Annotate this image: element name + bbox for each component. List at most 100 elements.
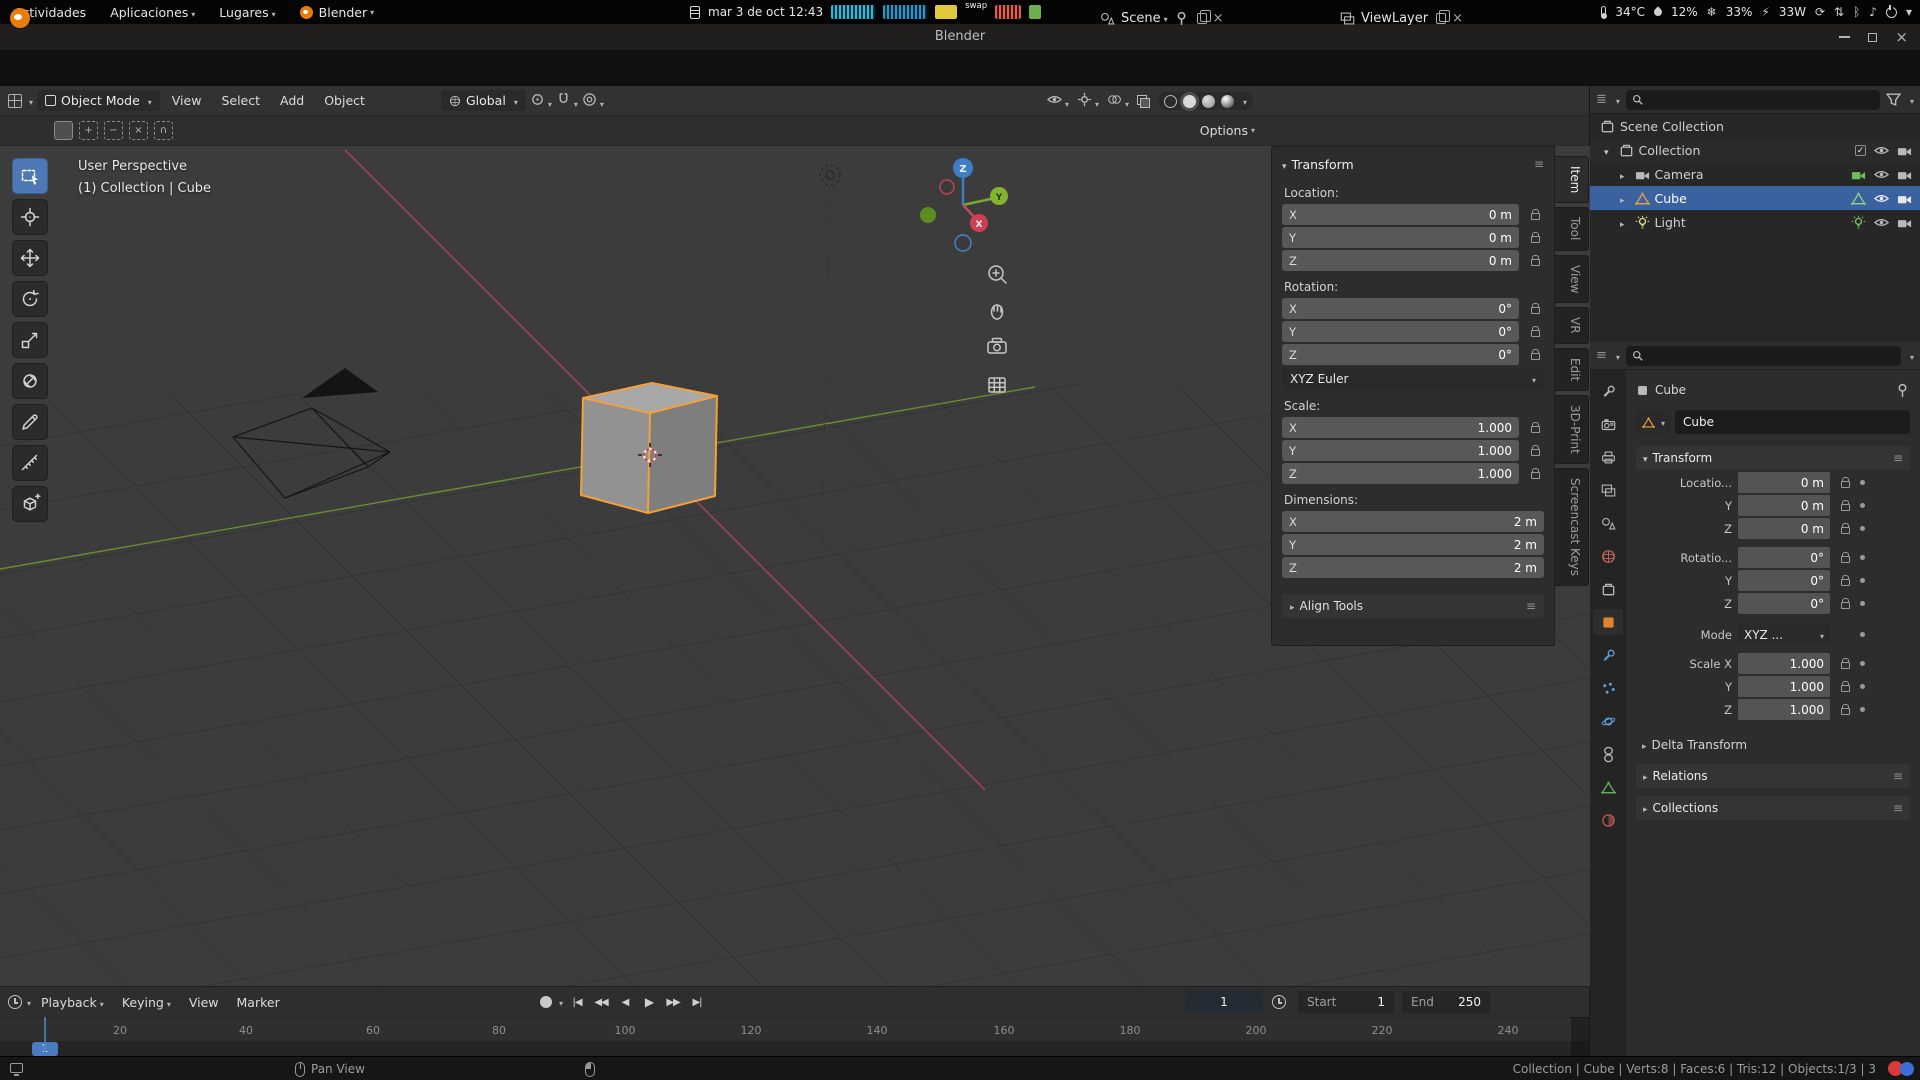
rotation-z-field[interactable]: Z0° [1282, 344, 1519, 365]
lock-icon[interactable] [1836, 704, 1854, 715]
scene-new-icon[interactable] [1197, 13, 1207, 24]
options-button[interactable]: Options [1200, 123, 1255, 138]
tab-world[interactable] [1593, 543, 1623, 569]
jump-to-end-button[interactable]: ▶| [687, 992, 707, 1012]
proportional-dropdown[interactable] [582, 92, 604, 110]
tool-move[interactable] [12, 240, 48, 276]
collections-panel[interactable]: Collections≡ [1636, 796, 1910, 820]
timeline-ruler[interactable]: 20 40 60 80 100 120 140 160 180 200 220 … [0, 1017, 1589, 1041]
scene-selector[interactable]: Scene [1121, 11, 1168, 26]
select-mode-subtract[interactable]: − [104, 121, 123, 140]
scale-z-field[interactable]: Z1.000 [1282, 463, 1519, 484]
orientation-dropdown[interactable]: Global [441, 90, 526, 111]
eye-icon[interactable] [1874, 215, 1889, 230]
rotation-mode-dropdown[interactable]: XYZ ... [1738, 624, 1830, 645]
shading-wireframe-button[interactable] [1164, 95, 1177, 108]
prop-rotation-y-field[interactable]: 0° [1738, 570, 1830, 591]
dimensions-z-field[interactable]: Z2 m [1282, 557, 1544, 578]
playhead-line[interactable] [44, 1017, 46, 1057]
lock-icon[interactable] [1526, 255, 1544, 266]
eye-icon[interactable] [1874, 143, 1889, 158]
rotation-x-field[interactable]: X0° [1282, 298, 1519, 319]
select-mode-new[interactable] [54, 121, 73, 140]
app-window-menu[interactable]: Blender [300, 5, 374, 20]
expand-icon[interactable] [1620, 191, 1630, 206]
tool-transform[interactable] [12, 363, 48, 399]
snap-dropdown[interactable] [556, 92, 578, 110]
select-mode-intersect[interactable]: ∩ [154, 121, 173, 140]
view-layer-new-icon[interactable] [1436, 13, 1446, 24]
tool-select-box[interactable] [12, 158, 48, 194]
sidebar-tab-3d-print[interactable]: 3D-Print [1555, 395, 1589, 464]
applications-menu[interactable]: Aplicaciones [110, 5, 195, 20]
lock-icon[interactable] [1526, 232, 1544, 243]
tool-add-cube[interactable] [12, 486, 48, 522]
transform-panel-header[interactable]: Transform≡ [1636, 446, 1910, 470]
playback-menu[interactable]: Playback [33, 991, 112, 1014]
shading-dropdown[interactable] [1240, 94, 1247, 108]
panel-options-icon[interactable]: ≡ [1534, 157, 1544, 171]
lock-icon[interactable] [1836, 552, 1854, 563]
properties-editor-caret[interactable] [1613, 349, 1620, 363]
lock-icon[interactable] [1526, 326, 1544, 337]
filter-icon[interactable] [1886, 92, 1901, 107]
scene-pin-icon[interactable] [1174, 11, 1189, 26]
scene-unlink-icon[interactable]: × [1213, 11, 1224, 26]
lock-icon[interactable] [1836, 658, 1854, 669]
lock-icon[interactable] [1526, 422, 1544, 433]
sidebar-tab-vr[interactable]: VR [1555, 307, 1589, 344]
lock-icon[interactable] [1836, 500, 1854, 511]
tab-view-layer[interactable] [1593, 477, 1623, 503]
sidebar-tab-view[interactable]: View [1555, 255, 1589, 303]
prop-rotation-x-field[interactable]: 0° [1738, 547, 1830, 568]
outliner-display-mode[interactable] [1613, 93, 1620, 107]
keying-set-caret[interactable] [556, 995, 563, 1009]
places-menu[interactable]: Lugares [219, 5, 275, 20]
delta-transform-panel[interactable]: Delta Transform [1636, 734, 1910, 756]
select-mode-invert[interactable]: × [129, 121, 148, 140]
animate-dot[interactable] [1860, 707, 1865, 712]
outliner-row-cube[interactable]: Cube [1590, 186, 1920, 210]
shading-rendered-button[interactable] [1221, 95, 1234, 108]
close-button[interactable]: × [1895, 30, 1908, 45]
eye-icon[interactable] [1874, 191, 1889, 206]
volume-icon[interactable]: ♪ [1869, 5, 1877, 19]
tab-constraints[interactable] [1593, 741, 1623, 767]
collection-checkbox[interactable]: ✓ [1855, 145, 1866, 156]
tab-physics[interactable] [1593, 708, 1623, 734]
overlays-dropdown[interactable] [1107, 92, 1129, 110]
tab-tool[interactable] [1593, 378, 1623, 404]
pin-icon[interactable] [1895, 383, 1910, 398]
eye-icon[interactable] [1874, 167, 1889, 182]
filter-dropdown[interactable] [1907, 93, 1914, 107]
gizmo-y-negative[interactable] [920, 207, 936, 223]
expand-icon[interactable] [1620, 215, 1630, 230]
tab-scene[interactable] [1593, 510, 1623, 536]
tool-measure[interactable] [12, 445, 48, 481]
lock-icon[interactable] [1526, 303, 1544, 314]
location-x-field[interactable]: X0 m [1282, 204, 1519, 225]
prop-location-z-field[interactable]: 0 m [1738, 518, 1830, 539]
tab-render[interactable] [1593, 411, 1623, 437]
align-tools-panel[interactable]: Align Tools≡ [1282, 594, 1544, 618]
outliner-editor-type-icon[interactable]: ≣ [1596, 92, 1607, 107]
prop-scale-z-field[interactable]: 1.000 [1738, 699, 1830, 720]
xray-toggle[interactable] [1137, 95, 1150, 108]
animate-dot[interactable] [1860, 684, 1865, 689]
camera-render-toggle-icon[interactable] [1897, 215, 1912, 230]
outliner-row-light[interactable]: Light [1590, 210, 1920, 234]
view-layer-remove-icon[interactable]: × [1452, 11, 1463, 26]
lock-icon[interactable] [1836, 681, 1854, 692]
lock-icon[interactable] [1526, 209, 1544, 220]
outliner-row-collection[interactable]: Collection ✓ [1590, 138, 1920, 162]
editor-type-icon[interactable] [8, 94, 22, 108]
object-name-field[interactable]: Cube [1675, 410, 1910, 434]
animate-dot[interactable] [1860, 578, 1865, 583]
use-preview-range-icon[interactable] [1272, 995, 1286, 1009]
sidebar-tab-item[interactable]: Item [1555, 156, 1589, 203]
tool-annotate[interactable] [12, 404, 48, 440]
menu-add[interactable]: Add [272, 89, 312, 112]
animate-dot[interactable] [1860, 632, 1865, 637]
gizmo-x-negative[interactable] [940, 180, 954, 194]
animate-dot[interactable] [1860, 526, 1865, 531]
